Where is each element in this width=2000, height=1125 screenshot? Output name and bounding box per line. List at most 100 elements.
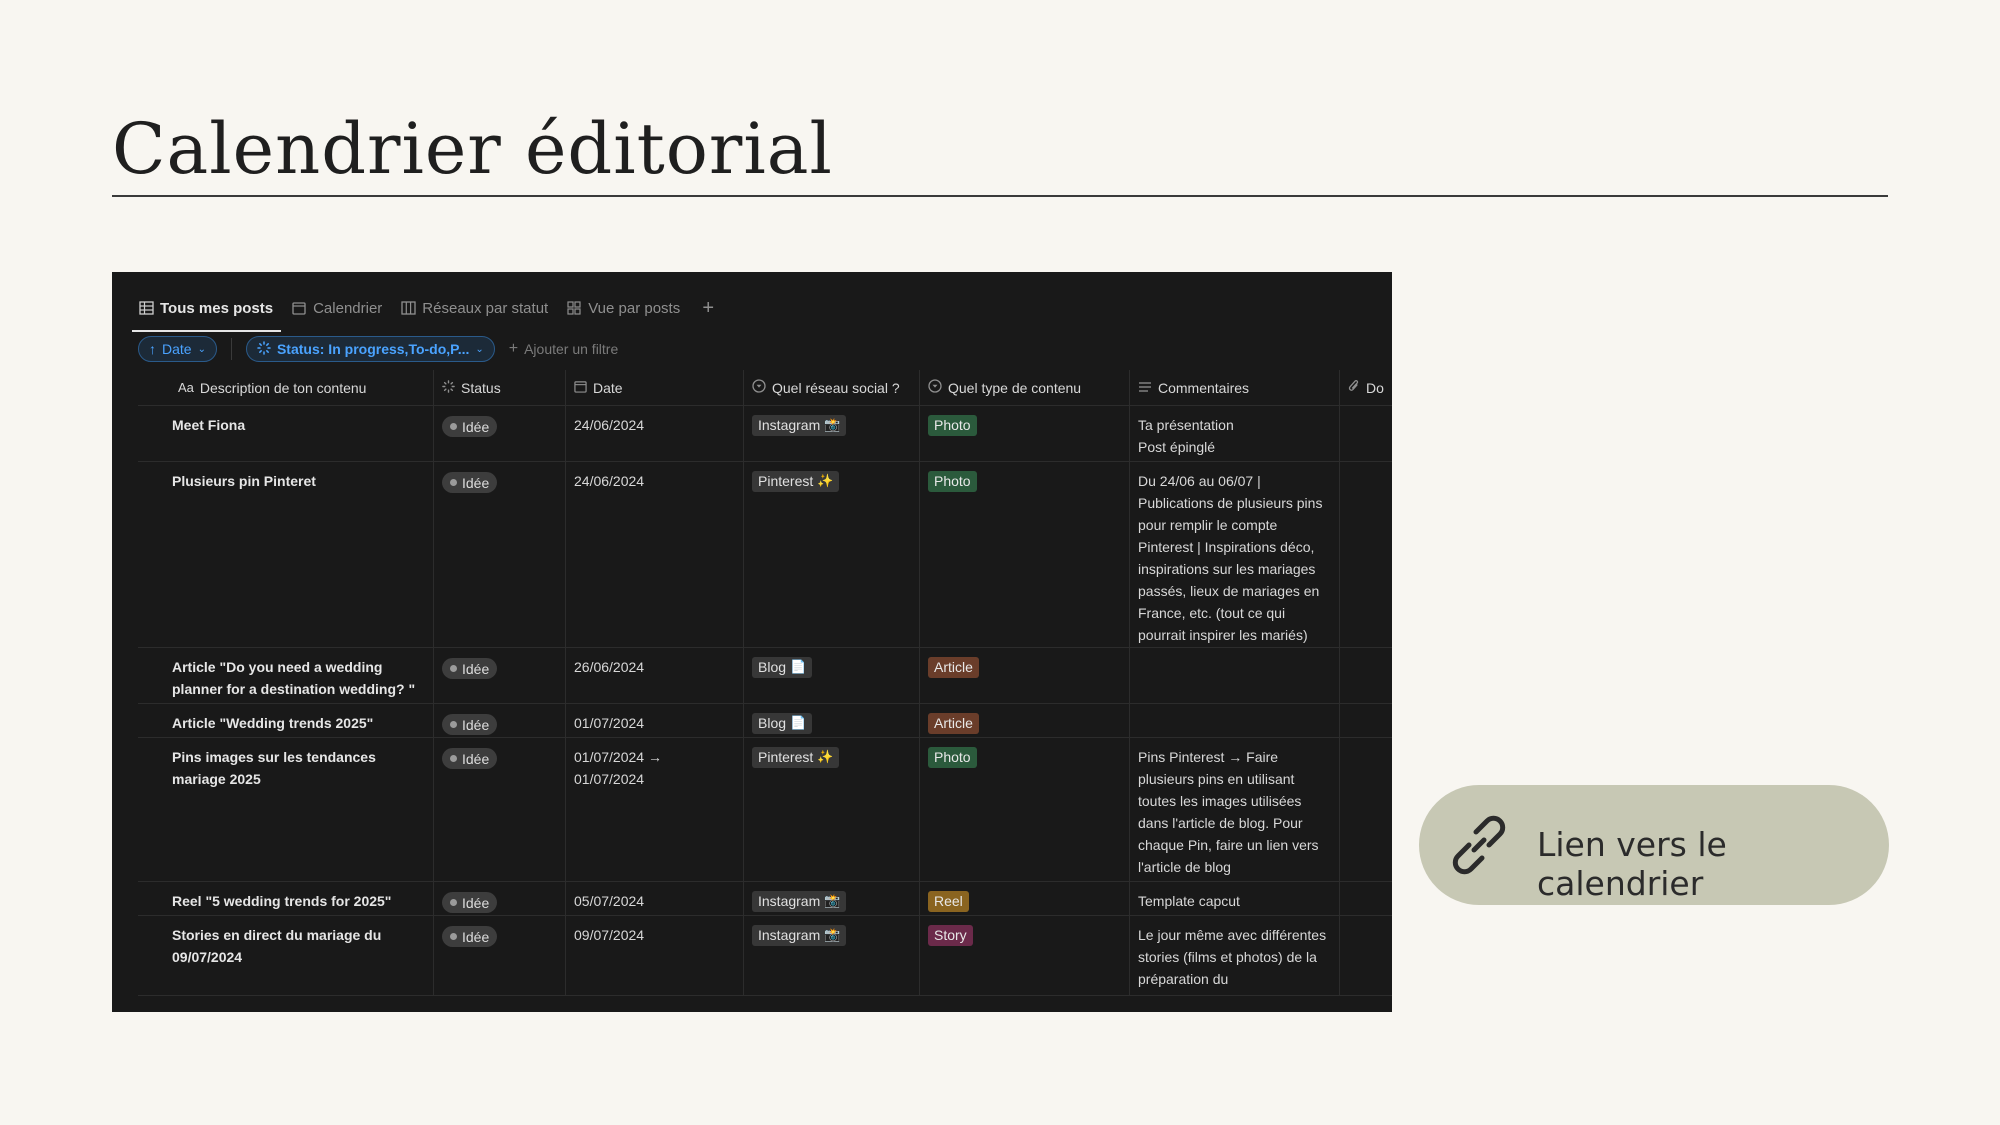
tab-calendrier[interactable]: Calendrier [291, 290, 382, 326]
type-cell[interactable]: Article [920, 648, 1130, 703]
text-property-icon: Aa [178, 379, 194, 395]
post-title-cell[interactable]: Reel "5 wedding trends for 2025" [138, 882, 434, 915]
post-title: Plusieurs pin Pinteret [172, 473, 316, 489]
comment-cell[interactable]: Du 24/06 au 06/07 | Publications de plus… [1130, 462, 1340, 647]
type-cell[interactable]: Photo [920, 738, 1130, 881]
date-cell[interactable]: 05/07/2024 [566, 882, 744, 915]
column-label: Commentaires [1158, 379, 1250, 396]
filter-divider [230, 338, 232, 360]
post-title-cell[interactable]: Pins images sur les tendances mariage 20… [138, 738, 434, 881]
status-cell[interactable]: Idée [434, 462, 566, 647]
table-row[interactable]: Pins images sur les tendances mariage 20… [138, 738, 1392, 882]
add-filter-button[interactable]: + Ajouter un filtre [509, 340, 619, 358]
post-title-cell[interactable]: Plusieurs pin Pinteret [138, 462, 434, 647]
files-cell[interactable] [1340, 882, 1392, 915]
status-filter-chip[interactable]: Status: In progress,To-do,P... ⌄ [245, 336, 495, 362]
comment-cell[interactable]: Le jour même avec différentes stories (f… [1130, 916, 1340, 995]
comment-cell[interactable]: Template capcut [1130, 882, 1340, 915]
post-title-cell[interactable]: Article "Wedding trends 2025" [138, 704, 434, 737]
post-title-cell[interactable]: Article "Do you need a wedding planner f… [138, 648, 434, 703]
date-value: 05/07/2024 [574, 893, 645, 909]
sort-chip-label: Date [162, 341, 192, 357]
column-header-files[interactable]: Do [1340, 370, 1392, 406]
sort-chip-date[interactable]: ↑ Date ⌄ [138, 336, 217, 362]
network-cell[interactable]: Instagram 📸 [744, 406, 920, 461]
type-cell[interactable]: Photo [920, 406, 1130, 461]
tab-tous-mes-posts[interactable]: Tous mes posts [131, 290, 282, 332]
network-emoji-icon: ✨ [817, 749, 834, 764]
files-cell[interactable] [1340, 462, 1392, 647]
network-emoji-icon: 📸 [824, 417, 841, 432]
filter-bar: ↑ Date ⌄ Status: In progress,To-do,P... … [138, 336, 618, 362]
tab-reseaux-par-statut[interactable]: Réseaux par statut [400, 290, 548, 326]
table-body: Meet Fiona Idée 24/06/2024 Instagram 📸 Photo T… [138, 406, 1392, 996]
type-cell[interactable]: Story [920, 916, 1130, 995]
files-cell[interactable] [1340, 648, 1392, 703]
status-badge: Idée [442, 472, 498, 493]
status-cell[interactable]: Idée [434, 406, 566, 461]
status-cell[interactable]: Idée [434, 738, 566, 881]
calendar-link-button[interactable]: Lien vers le calendrier [1419, 785, 1889, 905]
network-cell[interactable]: Blog 📄 [744, 704, 920, 737]
date-cell[interactable]: 01/07/2024 [566, 704, 744, 737]
status-cell[interactable]: Idée [434, 704, 566, 737]
network-emoji-icon: ✨ [817, 473, 834, 488]
network-cell[interactable]: Blog 📄 [744, 648, 920, 703]
network-cell[interactable]: Pinterest ✨ [744, 462, 920, 647]
paperclip-icon [1348, 377, 1360, 399]
type-cell[interactable]: Article [920, 704, 1130, 737]
tab-vue-par-posts[interactable]: Vue par posts [566, 290, 680, 326]
column-header-status[interactable]: Status [434, 369, 566, 406]
status-loader-icon [257, 340, 271, 358]
status-cell[interactable]: Idée [434, 882, 566, 915]
files-cell[interactable] [1340, 916, 1392, 995]
comment-cell[interactable]: Pins Pinterest → Faire plusieurs pins en… [1130, 738, 1340, 881]
files-cell[interactable] [1340, 738, 1392, 881]
gallery-icon [566, 300, 582, 316]
date-cell[interactable]: 26/06/2024 [566, 648, 744, 703]
content-type-tag: Photo [928, 471, 977, 492]
network-cell[interactable]: Pinterest ✨ [744, 738, 920, 881]
type-cell[interactable]: Photo [920, 462, 1130, 647]
comment-text: Pins Pinterest → Faire plusieurs pins en… [1138, 749, 1319, 875]
comment-cell[interactable] [1130, 648, 1340, 703]
date-cell[interactable]: 24/06/2024 [566, 406, 744, 461]
network-tag: Blog 📄 [752, 712, 813, 734]
column-header-comments[interactable]: Commentaires [1130, 369, 1340, 406]
date-cell[interactable]: 24/06/2024 [566, 462, 744, 647]
content-type-tag: Photo [928, 747, 977, 768]
network-emoji-icon: 📄 [790, 659, 807, 674]
comment-text: Template capcut [1138, 893, 1240, 909]
date-cell[interactable]: 01/07/2024 → 01/07/2024 [566, 738, 744, 881]
post-title-cell[interactable]: Stories en direct du mariage du 09/07/20… [138, 916, 434, 995]
status-loader-icon [442, 377, 455, 399]
network-label: Pinterest [758, 749, 814, 765]
comment-text: Du 24/06 au 06/07 | Publications de plus… [1138, 473, 1323, 643]
table-row[interactable]: Stories en direct du mariage du 09/07/20… [138, 916, 1392, 996]
table-row[interactable]: Article "Do you need a wedding planner f… [138, 648, 1392, 704]
table-row[interactable]: Plusieurs pin Pinteret Idée 24/06/2024 Pint… [138, 462, 1392, 648]
status-cell[interactable]: Idée [434, 916, 566, 995]
column-header-date[interactable]: Date [566, 369, 744, 406]
network-cell[interactable]: Instagram 📸 [744, 916, 920, 995]
content-type-tag: Article [928, 713, 979, 734]
table-row[interactable]: Reel "5 wedding trends for 2025" Idée 05/0… [138, 882, 1392, 916]
add-view-button[interactable]: + [698, 297, 718, 320]
comment-text: Le jour même avec différentes stories (f… [1138, 927, 1327, 987]
network-tag: Instagram 📸 [752, 924, 847, 946]
column-header-network[interactable]: Quel réseau social ? [744, 369, 920, 406]
network-label: Blog [758, 659, 787, 675]
type-cell[interactable]: Reel [920, 882, 1130, 915]
date-cell[interactable]: 09/07/2024 [566, 916, 744, 995]
comment-cell[interactable]: Ta présentation Post épinglé [1130, 406, 1340, 461]
status-cell[interactable]: Idée [434, 648, 566, 703]
network-cell[interactable]: Instagram 📸 [744, 882, 920, 915]
files-cell[interactable] [1340, 406, 1392, 461]
table-row[interactable]: Article "Wedding trends 2025" Idée 01/07/2… [138, 704, 1392, 738]
files-cell[interactable] [1340, 704, 1392, 737]
column-header-description[interactable]: Aa Description de ton contenu [138, 369, 434, 406]
table-row[interactable]: Meet Fiona Idée 24/06/2024 Instagram 📸 Photo T… [138, 406, 1392, 462]
post-title-cell[interactable]: Meet Fiona [138, 406, 434, 461]
column-header-type[interactable]: Quel type de contenu [920, 369, 1130, 406]
comment-cell[interactable] [1130, 704, 1340, 737]
